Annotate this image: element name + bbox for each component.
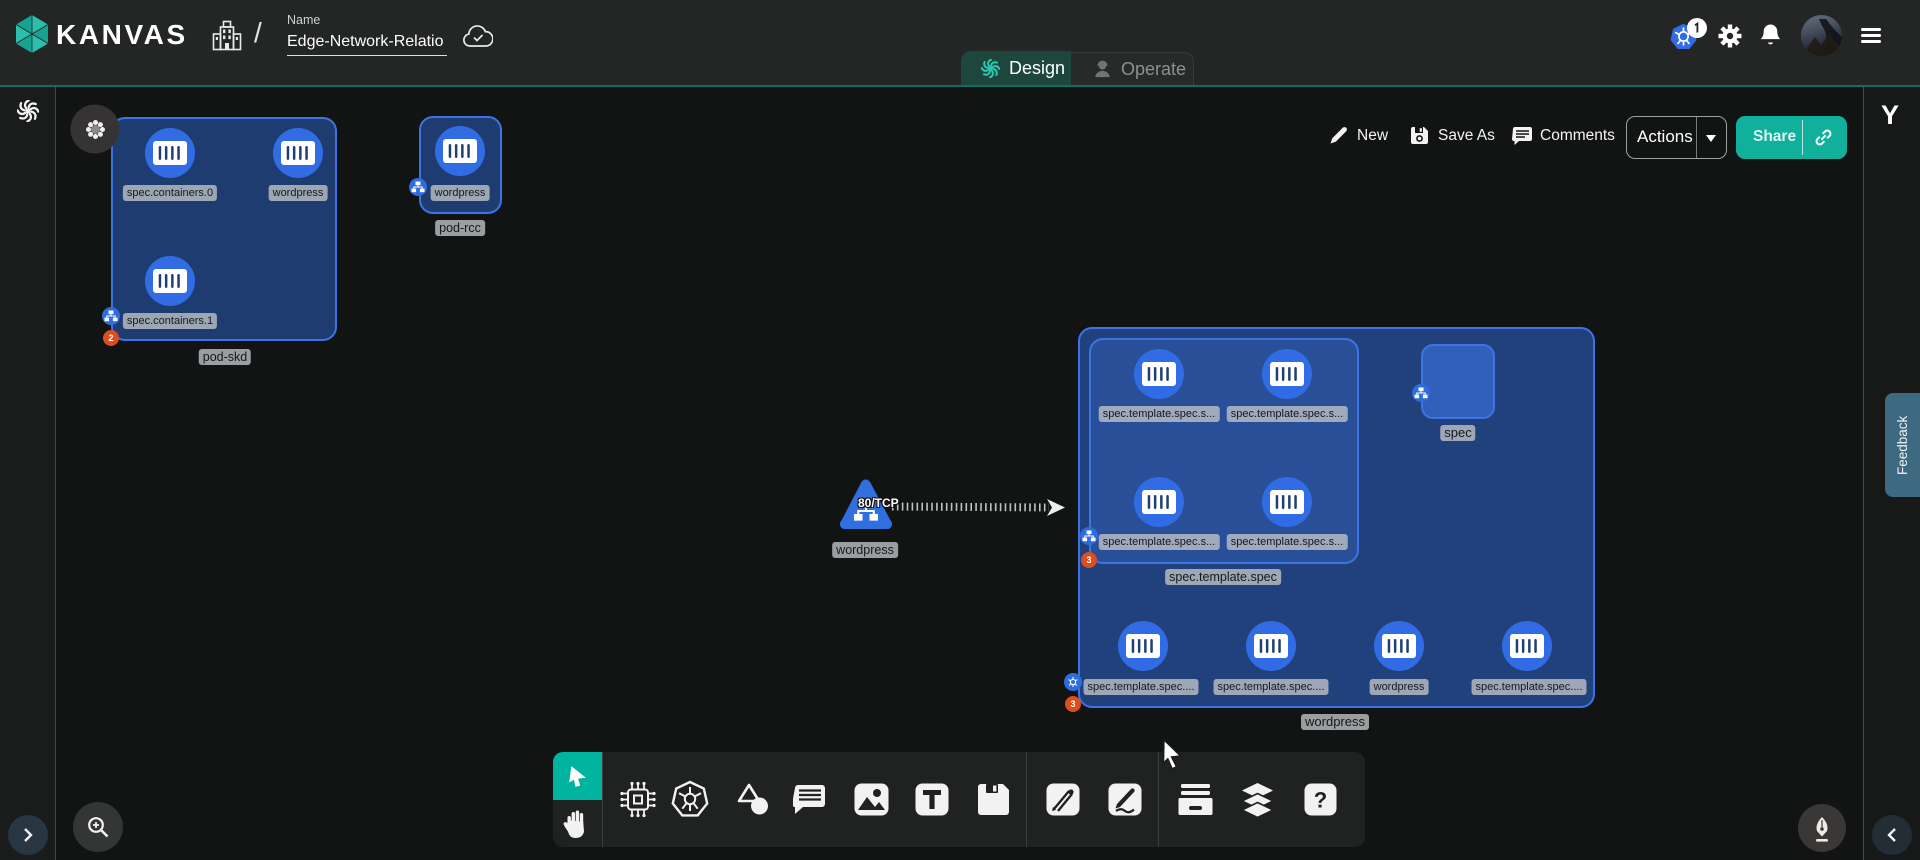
svg-text:?: ?: [1314, 788, 1327, 813]
